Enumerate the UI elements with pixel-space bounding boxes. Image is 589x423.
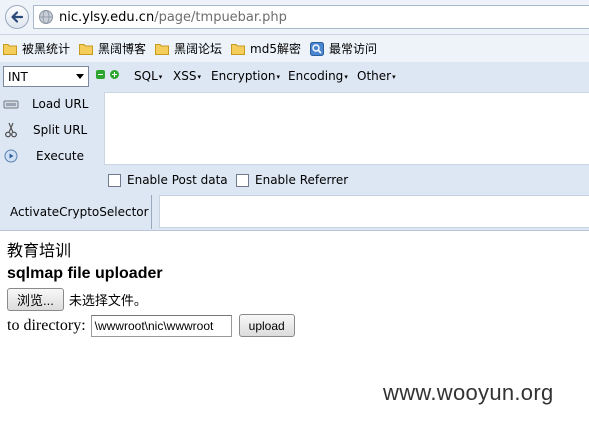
- address-bar-row: nic.ylsy.edu.cn/page/tmpuebar.php: [0, 0, 589, 35]
- play-icon: [3, 148, 19, 164]
- execute-label: Execute: [36, 149, 84, 163]
- bookmark-label: 黑阔论坛: [174, 42, 223, 56]
- menu-encryption[interactable]: Encryption▾: [211, 69, 280, 83]
- divider: [151, 195, 152, 229]
- type-select[interactable]: INT: [3, 66, 89, 87]
- scissors-icon: [3, 122, 19, 138]
- split-url-button[interactable]: Split URL: [0, 118, 102, 142]
- url-domain: nic.ylsy.edu.cn: [59, 9, 155, 25]
- referrer-checkbox[interactable]: Enable Referrer: [236, 173, 348, 187]
- page-heading-cn: 教育培训: [7, 243, 72, 260]
- page-title: sqlmap file uploader: [7, 265, 163, 282]
- back-arrow-icon: [11, 11, 24, 23]
- directory-input[interactable]: \wwwroot\nic\wwwroot: [90, 314, 232, 337]
- crypto-selector-button[interactable]: ActivateCryptoSelector: [10, 205, 149, 219]
- zoom-buttons: [96, 70, 119, 79]
- options-row: Enable Post data Enable Referrer: [0, 167, 589, 193]
- bookmarks-bar: 被黑统计 黑阔博客 黑阔论坛 md5解密 最常访问: [0, 35, 589, 62]
- bookmark-item[interactable]: md5解密: [231, 40, 301, 57]
- browse-button[interactable]: 浏览...: [7, 288, 64, 311]
- folder-icon: [155, 43, 170, 55]
- bookmark-item[interactable]: 黑阔博客: [79, 40, 146, 57]
- upload-button[interactable]: upload: [238, 314, 295, 337]
- globe-icon: [39, 10, 53, 24]
- menu-xss[interactable]: XSS▾: [173, 69, 201, 83]
- menu-sql[interactable]: SQL▾: [134, 69, 162, 83]
- load-url-icon: [3, 96, 19, 112]
- type-select-value: INT: [8, 69, 28, 84]
- url-field[interactable]: nic.ylsy.edu.cn/page/tmpuebar.php: [33, 5, 589, 29]
- checkbox-box[interactable]: [108, 173, 121, 187]
- decrease-icon[interactable]: [96, 70, 105, 79]
- crypto-input[interactable]: [159, 195, 589, 228]
- directory-row: to directory: \wwwroot\nic\wwwroot uploa…: [7, 314, 295, 337]
- referrer-label: Enable Referrer: [255, 173, 349, 187]
- chevron-down-icon: [76, 74, 84, 79]
- split-url-label: Split URL: [33, 123, 88, 137]
- bookmark-label: 黑阔博客: [98, 42, 147, 56]
- post-data-checkbox[interactable]: Enable Post data: [108, 173, 228, 187]
- increase-icon[interactable]: [110, 70, 119, 79]
- bookmark-item[interactable]: 被黑统计: [3, 40, 70, 57]
- menu-encoding[interactable]: Encoding▾: [288, 69, 348, 83]
- hackbar-body: Load URL Split URL Execute: [0, 92, 589, 167]
- back-button[interactable]: [5, 5, 29, 29]
- bookmark-item[interactable]: 黑阔论坛: [155, 40, 222, 57]
- folder-icon: [231, 43, 246, 55]
- crypto-row: ActivateCryptoSelector: [0, 193, 589, 231]
- file-chooser: 浏览... 未选择文件。: [7, 288, 295, 311]
- folder-icon: [3, 43, 17, 55]
- load-url-button[interactable]: Load URL: [0, 92, 102, 116]
- menu-other[interactable]: Other▾: [357, 69, 396, 83]
- url-textarea[interactable]: [104, 92, 589, 165]
- bookmark-label: 被黑统计: [22, 42, 71, 56]
- checkbox-box[interactable]: [236, 173, 249, 187]
- post-data-label: Enable Post data: [127, 173, 228, 187]
- folder-icon: [79, 43, 94, 55]
- watermark: www.wooyun.org: [383, 380, 554, 405]
- url-path: /page/tmpuebar.php: [154, 9, 287, 25]
- execute-button[interactable]: Execute: [0, 144, 102, 168]
- no-file-text: 未选择文件。: [68, 293, 147, 308]
- bookmark-label: 最常访问: [329, 42, 378, 56]
- bookmark-label: md5解密: [250, 42, 301, 56]
- most-visited-icon: [310, 41, 324, 56]
- load-url-label: Load URL: [32, 97, 89, 111]
- directory-label: to directory:: [7, 316, 86, 334]
- hackbar-toolbar: INT SQL▾ XSS▾ Encryption▾ Encoding▾ Othe…: [0, 62, 589, 92]
- page-content: 教育培训 sqlmap file uploader 浏览... 未选择文件。 t…: [7, 241, 295, 337]
- bookmark-item[interactable]: 最常访问: [310, 40, 377, 57]
